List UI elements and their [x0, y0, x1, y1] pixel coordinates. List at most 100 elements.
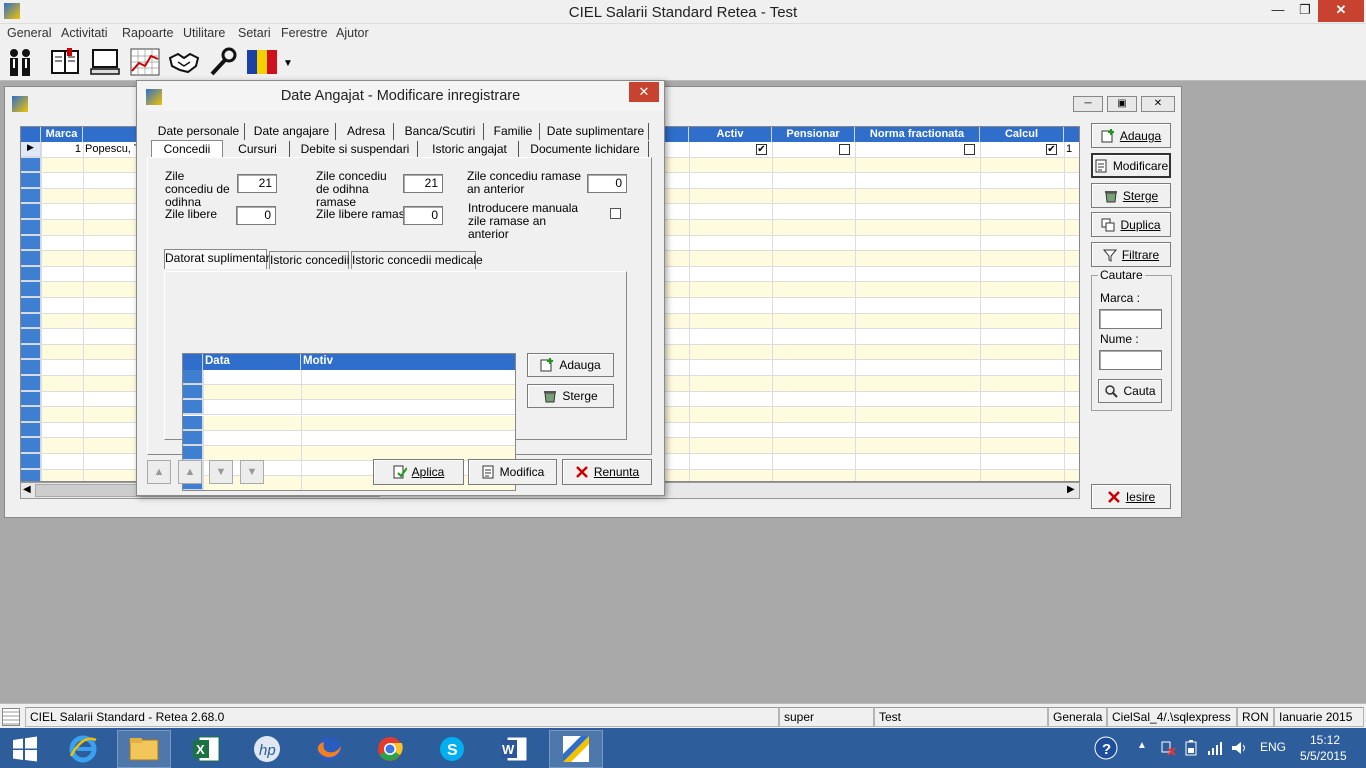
row-indicator[interactable]	[21, 266, 41, 282]
grid-cell[interactable]	[1064, 266, 1065, 282]
grid-cell[interactable]	[855, 438, 856, 453]
grid-cell[interactable]	[83, 329, 84, 344]
grid-cell[interactable]	[41, 188, 42, 204]
row-indicator[interactable]	[21, 298, 41, 313]
clock-date[interactable]: 5/5/2015	[1300, 749, 1347, 763]
volume-tray-icon[interactable]	[1231, 740, 1247, 759]
grid-cell[interactable]	[980, 298, 981, 313]
subgrid-cell[interactable]	[301, 430, 302, 445]
grid-cell[interactable]	[980, 469, 981, 481]
grid-cell[interactable]	[980, 266, 981, 282]
grid-cell[interactable]	[772, 376, 773, 391]
col-pensionar[interactable]: Pensionar	[772, 127, 855, 142]
grid-cell[interactable]	[772, 282, 773, 297]
introducere-manuala-checkbox[interactable]	[610, 208, 621, 219]
grid-cell[interactable]	[855, 360, 856, 375]
zile-co-an-anterior-input[interactable]: 0	[587, 174, 627, 193]
row-indicator[interactable]	[21, 173, 41, 188]
grid-cell[interactable]	[980, 313, 981, 329]
nav-last-button[interactable]: ▼	[240, 460, 264, 484]
zile-co-input[interactable]: 21	[237, 174, 277, 193]
row-indicator[interactable]	[21, 220, 41, 235]
grid-cell[interactable]	[41, 204, 42, 219]
row-indicator[interactable]	[21, 391, 41, 407]
grid-cell[interactable]	[83, 360, 84, 375]
grid-cell[interactable]	[980, 235, 981, 251]
menu-ferestre[interactable]: Ferestre	[281, 26, 328, 40]
employees-icon[interactable]	[4, 46, 36, 78]
grid-cell[interactable]	[1064, 173, 1065, 188]
col-norma-fractionata[interactable]: Norma fractionata	[855, 127, 980, 142]
grid-cell[interactable]	[980, 329, 981, 344]
iesire-button[interactable]: Iesire	[1091, 484, 1171, 509]
subgrid-cell[interactable]	[301, 476, 302, 490]
grid-cell[interactable]	[689, 157, 690, 173]
grid-cell[interactable]	[1064, 235, 1065, 251]
grid-cell[interactable]	[689, 344, 690, 360]
grid-cell[interactable]	[41, 313, 42, 329]
grid-cell[interactable]	[689, 235, 690, 251]
grid-cell[interactable]	[1064, 391, 1065, 407]
row-indicator[interactable]	[21, 282, 41, 297]
menu-ajutor[interactable]: Ajutor	[336, 26, 369, 40]
grid-cell[interactable]	[980, 438, 981, 453]
grid-cell[interactable]	[83, 266, 84, 282]
window-restore-button[interactable]: ▣	[1107, 96, 1137, 112]
grid-cell[interactable]	[980, 157, 981, 173]
grid-cell[interactable]	[855, 454, 856, 469]
grid-cell[interactable]	[689, 329, 690, 344]
grid-cell[interactable]	[855, 329, 856, 344]
grid-cell[interactable]	[980, 422, 981, 438]
grid-cell[interactable]	[855, 282, 856, 297]
menu-general[interactable]: General	[7, 26, 51, 40]
grid-cell[interactable]	[980, 282, 981, 297]
grid-cell[interactable]	[83, 469, 84, 481]
grid-cell[interactable]	[772, 173, 773, 188]
grid-cell[interactable]	[689, 360, 690, 375]
subgrid-row-indicator[interactable]	[183, 415, 203, 430]
grid-cell[interactable]	[1064, 298, 1065, 313]
grid-cell[interactable]	[41, 329, 42, 344]
tab-date-angajare[interactable]: Date angajare	[248, 123, 336, 140]
window-minimize-button[interactable]: ─	[1073, 96, 1103, 112]
book-icon[interactable]	[49, 46, 81, 78]
tray-expand-icon[interactable]: ▲	[1137, 740, 1147, 751]
grid-cell[interactable]	[1064, 220, 1065, 235]
grid-cell[interactable]	[83, 422, 84, 438]
battery-tray-icon[interactable]	[1184, 740, 1198, 759]
grid-cell[interactable]	[689, 422, 690, 438]
subgrid-col-data[interactable]: Data	[203, 354, 301, 370]
modifica-button[interactable]: Modifica	[468, 459, 557, 485]
grid-cell[interactable]	[689, 469, 690, 481]
col-calcul[interactable]: Calcul	[980, 127, 1064, 142]
grid-cell[interactable]	[41, 438, 42, 453]
grid-cell[interactable]	[41, 142, 42, 157]
nav-first-button[interactable]: ▲	[147, 460, 171, 484]
grid-cell[interactable]	[1064, 329, 1065, 344]
grid-cell[interactable]	[1064, 407, 1065, 422]
checkbox-pensionar[interactable]	[839, 144, 850, 155]
grid-cell[interactable]	[41, 266, 42, 282]
sterge-button[interactable]: Sterge	[1091, 183, 1171, 208]
grid-cell[interactable]	[1064, 422, 1065, 438]
menu-setari[interactable]: Setari	[238, 26, 271, 40]
grid-cell[interactable]	[41, 173, 42, 188]
grid-cell[interactable]	[855, 188, 856, 204]
window-close-button[interactable]: ✕	[1141, 96, 1175, 112]
zile-co-ramase-input[interactable]: 21	[403, 174, 443, 193]
subtab-datorat-suplimentar[interactable]: Datorat suplimentar	[164, 249, 270, 269]
grid-cell[interactable]	[855, 142, 856, 157]
subgrid-cell[interactable]	[301, 446, 302, 460]
grid-cell[interactable]	[855, 298, 856, 313]
grid-cell[interactable]	[83, 454, 84, 469]
chrome-taskbar-icon[interactable]	[363, 730, 417, 768]
tab-banca-scutiri[interactable]: Banca/Scutiri	[397, 123, 484, 140]
grid-cell[interactable]	[772, 329, 773, 344]
language-dropdown-icon[interactable]: ▼	[283, 58, 293, 69]
grid-cell[interactable]	[41, 407, 42, 422]
grid-cell[interactable]	[41, 469, 42, 481]
subgrid-cell[interactable]	[203, 461, 204, 476]
grid-cell[interactable]	[772, 235, 773, 251]
grid-cell[interactable]	[772, 422, 773, 438]
subgrid-cell[interactable]	[301, 415, 302, 430]
